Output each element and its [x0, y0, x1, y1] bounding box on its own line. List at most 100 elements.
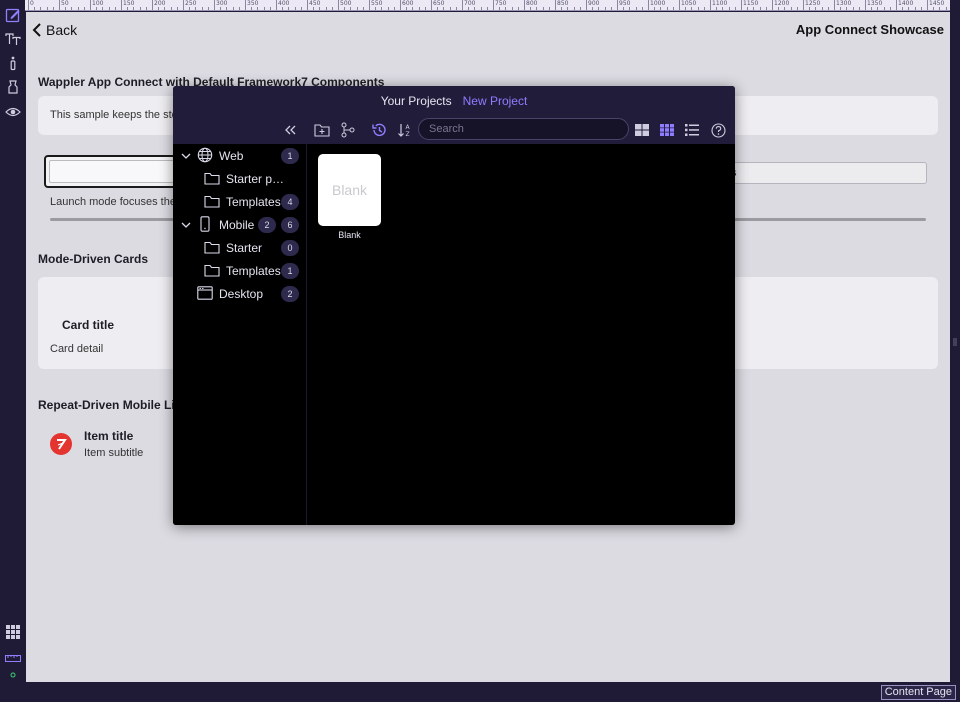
ruler-tick — [220, 7, 222, 10]
ruler-tick — [846, 7, 848, 10]
ruler-label: 50 — [61, 0, 69, 7]
ruler-tick — [610, 7, 612, 10]
ruler-tick — [741, 0, 742, 10]
ruler-tick — [338, 0, 339, 10]
ruler-tick — [424, 7, 426, 10]
small-grid-view-icon[interactable] — [658, 121, 676, 139]
ruler-tick — [40, 7, 42, 10]
ruler-tick — [592, 7, 594, 10]
ruler-tick — [108, 7, 110, 10]
app-title: App Connect Showcase — [795, 22, 944, 37]
segment-button[interactable]: s — [726, 162, 927, 184]
large-grid-view-icon[interactable] — [633, 121, 651, 139]
tree-label: Desktop — [219, 286, 264, 301]
segment-button-selected[interactable] — [44, 155, 184, 188]
ruler-tick — [809, 7, 811, 10]
tree-label: Web — [219, 148, 244, 163]
search-input[interactable] — [419, 119, 628, 139]
ruler-tick — [300, 7, 302, 10]
ruler-tick — [443, 7, 445, 10]
grid-icon[interactable] — [3, 622, 23, 642]
info-icon[interactable] — [3, 53, 23, 73]
tree-label: Mobile — [219, 217, 255, 232]
ruler-tick — [214, 0, 215, 10]
ruler-tick — [778, 7, 780, 10]
folder-icon — [204, 172, 220, 185]
ruler-label: 150 — [123, 0, 135, 7]
ruler-label: 1350 — [867, 0, 883, 7]
ruler-tick — [313, 7, 315, 10]
count-badge: 4 — [281, 193, 299, 210]
ruler-tick — [710, 0, 711, 10]
folder-icon — [204, 264, 220, 277]
ruler-tick — [294, 7, 296, 10]
ruler-tick — [90, 0, 91, 10]
tab-your-projects[interactable]: Your Projects — [381, 94, 452, 108]
search-field[interactable] — [418, 118, 629, 140]
tree-item-mobile[interactable]: Mobile 2 6 — [173, 213, 307, 236]
tree-label: Templates — [226, 194, 281, 209]
ruler-tick — [716, 7, 718, 10]
ruler-tick — [555, 0, 556, 10]
ruler-label: 100 — [92, 0, 104, 7]
count-badge: 1 — [281, 147, 299, 164]
help-icon[interactable] — [709, 121, 727, 139]
ruler-tick — [238, 7, 240, 10]
ruler-label: 650 — [433, 0, 445, 7]
style-icon[interactable] — [3, 77, 23, 97]
tree-item-mobile-starter[interactable]: Starter 0 — [173, 236, 307, 259]
folder-icon — [204, 195, 220, 208]
git-branch-icon[interactable] — [339, 121, 357, 139]
chevron-down-icon[interactable] — [181, 151, 191, 161]
ruler-tick — [945, 7, 947, 10]
ruler-tick — [672, 7, 674, 10]
ruler-tick — [902, 7, 904, 10]
tab-new-project[interactable]: New Project — [463, 94, 528, 108]
sort-icon[interactable]: AZ — [396, 121, 414, 139]
ruler-tick — [52, 7, 54, 10]
tree-item-desktop[interactable]: Desktop 2 — [173, 282, 307, 305]
projects-dialog: Your Projects New Project AZ Search Web … — [173, 86, 735, 525]
list-item-title[interactable]: Item title — [84, 429, 133, 443]
tree-label: Starter pa... — [226, 171, 286, 186]
ruler-tick — [245, 0, 246, 10]
ruler-tick — [176, 7, 178, 10]
count-badge: 0 — [281, 239, 299, 256]
ruler-tick — [164, 7, 166, 10]
ruler-tick — [269, 7, 271, 10]
list-view-icon[interactable] — [683, 121, 701, 139]
ruler-label: 1150 — [743, 0, 759, 7]
ruler-tick — [821, 7, 823, 10]
ruler-label: 250 — [185, 0, 197, 7]
ruler-label: 900 — [588, 0, 600, 7]
eye-icon[interactable] — [3, 102, 23, 122]
ruler-tick — [331, 7, 333, 10]
project-tree: Web 1 Starter pa... Templates 4 Mobile 2… — [173, 144, 307, 525]
ruler-tick — [660, 7, 662, 10]
tree-item-mobile-templates[interactable]: Templates 1 — [173, 259, 307, 282]
ruler-tick — [307, 0, 308, 10]
content-page-button[interactable]: Content Page — [880, 685, 956, 700]
dialog-header: Your Projects New Project — [173, 86, 735, 115]
template-card-blank[interactable]: Blank — [318, 154, 381, 226]
chevron-down-icon[interactable] — [181, 220, 191, 230]
history-icon[interactable] — [370, 121, 388, 139]
new-folder-icon[interactable] — [313, 121, 331, 139]
tree-item-web-templates[interactable]: Templates 4 — [173, 190, 307, 213]
ruler-label: 400 — [278, 0, 290, 7]
ruler-tick — [96, 7, 98, 10]
back-button[interactable]: Back — [32, 20, 77, 40]
edit-icon[interactable] — [3, 5, 23, 25]
ruler-tick — [83, 7, 85, 10]
ruler-tick — [325, 7, 327, 10]
ruler-tick — [790, 7, 792, 10]
ruler-tick — [679, 0, 680, 10]
tree-item-web[interactable]: Web 1 — [173, 144, 307, 167]
tree-item-starter-pages[interactable]: Starter pa... — [173, 167, 307, 190]
text-icon[interactable] — [3, 29, 23, 49]
ruler-tick — [400, 0, 401, 10]
ruler-tick — [635, 7, 637, 10]
ruler-label: 1400 — [898, 0, 914, 7]
ruler-tick — [412, 7, 414, 10]
collapse-sidebar-icon[interactable] — [282, 121, 300, 139]
